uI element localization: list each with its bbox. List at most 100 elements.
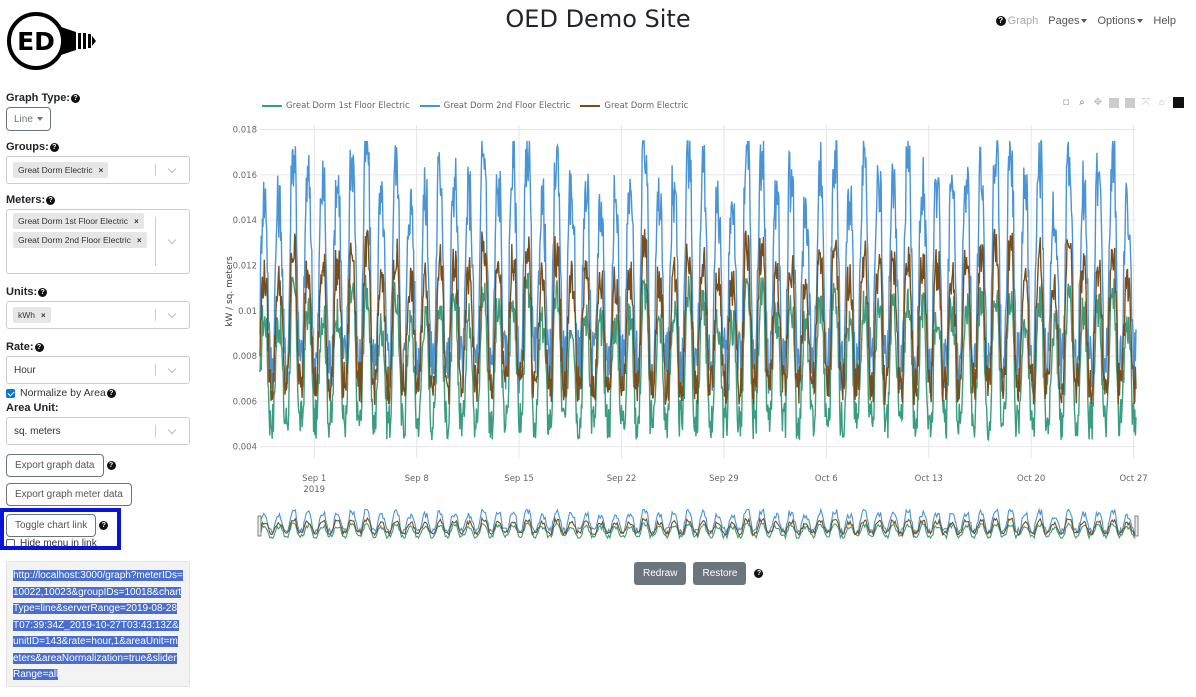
remove-tag-icon[interactable]: × [134, 217, 139, 226]
restore-button[interactable]: Restore [693, 562, 747, 585]
legend-swatch [419, 105, 440, 107]
help-icon[interactable]: ? [106, 388, 116, 398]
area-unit-select[interactable]: sq. meters [6, 417, 190, 445]
x-tick-label: Sep 1 [302, 474, 326, 484]
y-tick-label: 0.008 [233, 352, 257, 362]
nav-pages-dropdown[interactable]: Pages [1048, 15, 1088, 27]
autoscale-icon[interactable]: ⤧ [1141, 97, 1151, 108]
y-tick-label: 0.012 [233, 261, 257, 271]
units-label: Units:? [6, 286, 190, 298]
chevron-down-icon [167, 164, 177, 173]
y-tick-label: 0.016 [233, 171, 257, 181]
chart-legend: Great Dorm 1st Floor Electric Great Dorm… [262, 101, 688, 111]
graph-type-dropdown[interactable]: Line [6, 107, 51, 131]
graph-type-label-text: Graph Type: [6, 92, 70, 104]
line-chart[interactable]: 0.004 0.006 0.008 0.01 0.012 0.014 0.016 0.018 S… [210, 118, 1196, 588]
help-icon[interactable]: ? [49, 142, 59, 152]
meters-select[interactable]: Great Dorm 1st Floor Electric × Great Dor… [6, 209, 190, 274]
nav-options-label: Options [1097, 15, 1136, 27]
chevron-down-icon [167, 309, 177, 318]
legend-label: Great Dorm Electric [604, 101, 689, 111]
help-icon[interactable]: ? [34, 342, 44, 352]
x-tick-label: Oct 6 [815, 474, 838, 484]
rate-dropdown-indicator[interactable] [155, 357, 189, 383]
zoom-out-icon[interactable] [1125, 97, 1135, 108]
chart-modebar: ◘ ⌕ ✥ ⤧ ⌂ [1061, 97, 1184, 108]
y-tick-label: 0.014 [233, 216, 257, 226]
top-nav: ? Graph Pages Options Help [995, 15, 1176, 27]
remove-tag-icon[interactable]: × [99, 166, 104, 175]
group-tag: Great Dorm Electric × [13, 162, 109, 178]
help-icon[interactable]: ? [70, 93, 80, 103]
meters-label: Meters:? [6, 194, 190, 206]
rate-select[interactable]: Hour [6, 356, 190, 384]
meter-tag-label: Great Dorm 1st Floor Electric [18, 216, 129, 226]
meters-label-text: Meters: [6, 194, 46, 206]
chevron-down-icon [167, 364, 177, 373]
groups-dropdown-indicator[interactable] [155, 157, 189, 183]
meter-tag: Great Dorm 2nd Floor Electric × [13, 232, 147, 248]
sidebar: Graph Type:? Line Groups:? Great Dorm El… [6, 92, 190, 549]
legend-item[interactable]: Great Dorm 1st Floor Electric [262, 101, 410, 111]
export-graph-meter-data-button[interactable]: Export graph meter data [6, 483, 132, 506]
export-graph-data-button[interactable]: Export graph data [6, 454, 104, 477]
graph-type-label: Graph Type:? [6, 92, 190, 104]
redraw-button[interactable]: Redraw [634, 562, 687, 585]
rate-label: Rate:? [6, 341, 190, 353]
camera-icon[interactable]: ◘ [1061, 97, 1071, 108]
legend-item[interactable]: Great Dorm Electric [580, 101, 688, 111]
y-tick-label: 0.018 [233, 126, 257, 136]
caret-down-icon [1137, 19, 1144, 24]
graph-type-value: Line [14, 113, 33, 125]
x-tick-label: Sep 8 [405, 474, 429, 484]
plotly-logo-icon[interactable] [1173, 97, 1184, 108]
export-graph-row: Export graph data ? [6, 454, 190, 477]
normalize-row: Normalize by Area? [6, 387, 190, 399]
nav-options-dropdown[interactable]: Options [1097, 15, 1144, 27]
pan-icon[interactable]: ✥ [1093, 97, 1103, 108]
zoom-in-icon[interactable] [1109, 97, 1119, 108]
legend-item[interactable]: Great Dorm 2nd Floor Electric [419, 101, 570, 111]
unit-tag: kWh × [13, 307, 51, 323]
legend-swatch [262, 105, 282, 107]
x-tick-label: Oct 13 [915, 474, 943, 484]
x-tick-sublabel: 2019 [303, 485, 325, 495]
nav-help-link[interactable]: Help [1153, 15, 1176, 27]
rate-value: Hour [14, 364, 36, 376]
remove-tag-icon[interactable]: × [137, 236, 142, 245]
range-slider-handle-left[interactable] [257, 515, 262, 537]
caret-down-icon [36, 117, 43, 121]
groups-select[interactable]: Great Dorm Electric × [6, 156, 190, 184]
units-dropdown-indicator[interactable] [155, 302, 189, 328]
nav-graph[interactable]: ? Graph [995, 15, 1038, 27]
meters-dropdown-indicator[interactable] [155, 210, 189, 273]
legend-label: Great Dorm 1st Floor Electric [286, 101, 410, 111]
help-icon[interactable]: ? [106, 461, 116, 470]
help-icon[interactable]: ? [46, 195, 56, 205]
zoom-icon[interactable]: ⌕ [1077, 97, 1087, 108]
remove-tag-icon[interactable]: × [41, 311, 46, 320]
x-tick-label: Oct 27 [1119, 474, 1147, 484]
y-tick-label: 0.006 [233, 397, 257, 407]
y-axis-label: kW / sq. meters [225, 256, 235, 327]
help-icon[interactable]: ? [38, 287, 48, 297]
units-select[interactable]: kWh × [6, 301, 190, 329]
y-tick-label: 0.01 [238, 307, 257, 317]
normalize-checkbox[interactable] [6, 388, 15, 398]
area-unit-dropdown-indicator[interactable] [155, 418, 189, 444]
units-label-text: Units: [6, 286, 38, 298]
meter-tag: Great Dorm 1st Floor Electric × [13, 213, 144, 229]
chevron-down-icon [167, 425, 177, 434]
x-tick-label: Sep 22 [607, 474, 637, 484]
groups-label: Groups:? [6, 141, 190, 153]
x-tick-label: Sep 29 [709, 474, 739, 484]
range-slider-handle-right[interactable] [1134, 515, 1139, 537]
unit-tag-label: kWh [18, 310, 35, 320]
chart-controls: Redraw Restore ? [634, 562, 764, 585]
legend-swatch [580, 105, 601, 107]
area-unit-label: Area Unit: [6, 402, 59, 414]
home-icon[interactable]: ⌂ [1157, 97, 1167, 108]
chart-link-text[interactable]: http://localhost:3000/graph?meterIDs=100… [13, 570, 183, 680]
chart-container: Great Dorm 1st Floor Electric Great Dorm… [210, 88, 1196, 598]
help-icon[interactable]: ? [754, 569, 764, 578]
